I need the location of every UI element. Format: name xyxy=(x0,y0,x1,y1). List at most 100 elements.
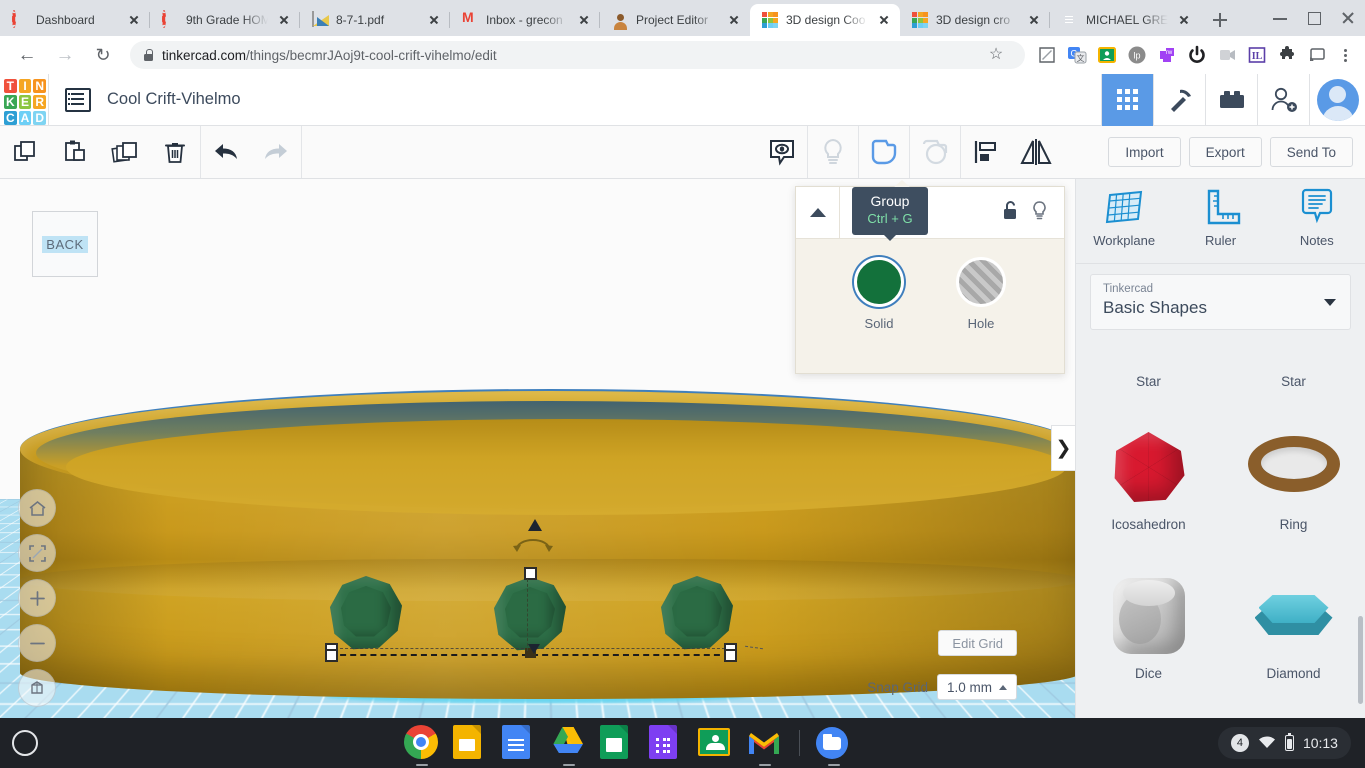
tab-close-icon[interactable] xyxy=(126,12,142,28)
delete-icon[interactable] xyxy=(150,126,200,178)
new-tab-button[interactable] xyxy=(1206,6,1234,34)
align-icon[interactable] xyxy=(961,126,1011,178)
rotate-handle-icon[interactable] xyxy=(513,536,553,552)
il-extension-icon[interactable]: IL xyxy=(1243,41,1271,69)
shape-cell-icosahedron[interactable]: Icosahedron xyxy=(1083,421,1214,532)
sidebar-item-ruler[interactable]: Ruler xyxy=(1172,187,1268,263)
tab-close-icon[interactable] xyxy=(726,12,742,28)
sidebar-item-notes[interactable]: Notes xyxy=(1269,187,1365,263)
gem-shape-left[interactable] xyxy=(330,576,402,650)
duplicate-icon[interactable] xyxy=(100,126,150,178)
browser-tab-pdf[interactable]: 8-7-1.pdf xyxy=(300,4,450,36)
chevron-right-icon[interactable]: ❯ xyxy=(1051,425,1075,471)
avatar[interactable] xyxy=(1309,74,1365,126)
import-button[interactable]: Import xyxy=(1108,137,1180,167)
maximize-button[interactable] xyxy=(1297,0,1331,36)
tab-close-icon[interactable] xyxy=(276,12,292,28)
grid-view-icon[interactable] xyxy=(1101,74,1153,126)
tab-close-icon[interactable] xyxy=(1176,12,1192,28)
puzzle-extensions-icon[interactable] xyxy=(1273,41,1301,69)
export-button[interactable]: Export xyxy=(1189,137,1262,167)
list-menu-icon[interactable] xyxy=(65,88,91,112)
taskbar-google-docs-icon[interactable] xyxy=(502,725,538,761)
cast-icon[interactable] xyxy=(1303,41,1331,69)
shape-cell-ring[interactable]: Ring xyxy=(1228,421,1359,532)
snap-grid-select[interactable]: 1.0 mm xyxy=(937,674,1017,700)
read-write-extension-icon[interactable]: rw xyxy=(1153,41,1181,69)
send-to-button[interactable]: Send To xyxy=(1270,137,1353,167)
taskbar-google-classroom-icon[interactable] xyxy=(698,725,734,761)
shape-library-select[interactable]: Tinkercad Basic Shapes xyxy=(1090,274,1351,330)
browser-tab-9th-grade[interactable]: 9th Grade HOM xyxy=(150,4,300,36)
sidebar-item-workplane[interactable]: Workplane xyxy=(1076,187,1172,263)
gem-shape-center[interactable] xyxy=(494,577,566,651)
shape-cell-star-2[interactable]: Star xyxy=(1228,370,1359,389)
down-arrow-handle[interactable] xyxy=(528,644,540,654)
show-hide-icon[interactable] xyxy=(757,126,807,178)
home-view-icon[interactable] xyxy=(18,489,56,527)
zoom-in-icon[interactable] xyxy=(18,579,56,617)
note-extension-icon[interactable] xyxy=(1033,41,1061,69)
blocks-icon[interactable] xyxy=(1205,74,1257,126)
ungroup-icon[interactable] xyxy=(910,126,960,178)
copy-icon[interactable] xyxy=(0,126,50,178)
screencastify-icon[interactable] xyxy=(1213,41,1241,69)
google-classroom-icon[interactable] xyxy=(1093,41,1121,69)
tinkercad-logo[interactable]: T I N K E R C A D xyxy=(2,77,48,123)
gem-shape-right[interactable] xyxy=(661,576,733,650)
taskbar-google-forms-icon[interactable] xyxy=(649,725,685,761)
browser-tab-michael-gre[interactable]: MICHAEL GRE xyxy=(1050,4,1200,36)
lp-extension-icon[interactable]: lp xyxy=(1123,41,1151,69)
browser-tab-project-editor[interactable]: Project Editor xyxy=(600,4,750,36)
undo-icon[interactable] xyxy=(201,126,251,178)
light-bulb-icon[interactable] xyxy=(808,126,858,178)
minimize-button[interactable] xyxy=(1263,0,1297,36)
close-window-button[interactable] xyxy=(1331,0,1365,36)
zoom-out-icon[interactable] xyxy=(18,624,56,662)
light-bulb-icon[interactable] xyxy=(1031,200,1048,226)
pickaxe-icon[interactable] xyxy=(1153,74,1205,126)
tab-close-icon[interactable] xyxy=(1026,12,1042,28)
collapse-triangle-icon[interactable] xyxy=(796,187,840,238)
address-bar[interactable]: tinkercad.com/things/becmrJAoj9t-cool-cr… xyxy=(130,41,1025,69)
tab-close-icon[interactable] xyxy=(576,12,592,28)
add-user-icon[interactable] xyxy=(1257,74,1309,126)
group-icon[interactable] xyxy=(859,126,909,178)
browser-tab-inbox[interactable]: Inbox - grecon xyxy=(450,4,600,36)
top-scale-handle[interactable] xyxy=(524,567,537,580)
shape-cell-star-1[interactable]: Star xyxy=(1083,370,1214,389)
launcher-circle-icon[interactable] xyxy=(12,730,38,756)
taskbar-chrome-icon[interactable] xyxy=(404,725,440,761)
bookmark-star-icon[interactable]: ☆ xyxy=(981,40,1011,70)
shape-cell-diamond[interactable]: Diamond xyxy=(1228,570,1359,681)
unlock-icon[interactable] xyxy=(1002,200,1019,225)
taskbar-google-slides-icon[interactable] xyxy=(453,725,489,761)
ortho-perspective-icon[interactable] xyxy=(18,669,56,707)
extrude-arrow-handle[interactable] xyxy=(528,519,542,531)
solid-color-swatch[interactable] xyxy=(854,257,904,307)
corner-handle-left[interactable] xyxy=(325,649,338,662)
browser-tab-3d-design-cool[interactable]: 3D design Coo xyxy=(750,4,900,36)
system-tray[interactable]: 4 10:13 xyxy=(1218,727,1351,759)
corner-handle-right[interactable] xyxy=(724,649,737,662)
edit-grid-button[interactable]: Edit Grid xyxy=(938,630,1017,656)
google-translate-icon[interactable]: G文 xyxy=(1063,41,1091,69)
shape-cell-dice[interactable]: Dice xyxy=(1083,570,1214,681)
forward-button[interactable]: → xyxy=(49,39,81,71)
taskbar-google-drive-icon[interactable] xyxy=(551,725,587,761)
back-button[interactable]: ← xyxy=(11,39,43,71)
chevron-down-icon[interactable] xyxy=(1324,299,1336,306)
paste-icon[interactable] xyxy=(50,126,100,178)
reload-button[interactable]: ↻ xyxy=(87,39,119,71)
mirror-icon[interactable] xyxy=(1011,126,1061,178)
browser-tab-3d-design-cro[interactable]: 3D design cro xyxy=(900,4,1050,36)
hole-option[interactable]: Hole xyxy=(956,257,1006,331)
view-cube[interactable]: BACK xyxy=(32,211,98,277)
chrome-menu-icon[interactable] xyxy=(1333,41,1357,69)
taskbar-gmail-icon[interactable] xyxy=(747,725,783,761)
tab-close-icon[interactable] xyxy=(876,12,892,28)
tab-close-icon[interactable] xyxy=(426,12,442,28)
shape-grid[interactable]: Star Star Icosahedron Ring xyxy=(1076,364,1365,718)
power-extension-icon[interactable] xyxy=(1183,41,1211,69)
taskbar-files-icon[interactable] xyxy=(816,725,852,761)
